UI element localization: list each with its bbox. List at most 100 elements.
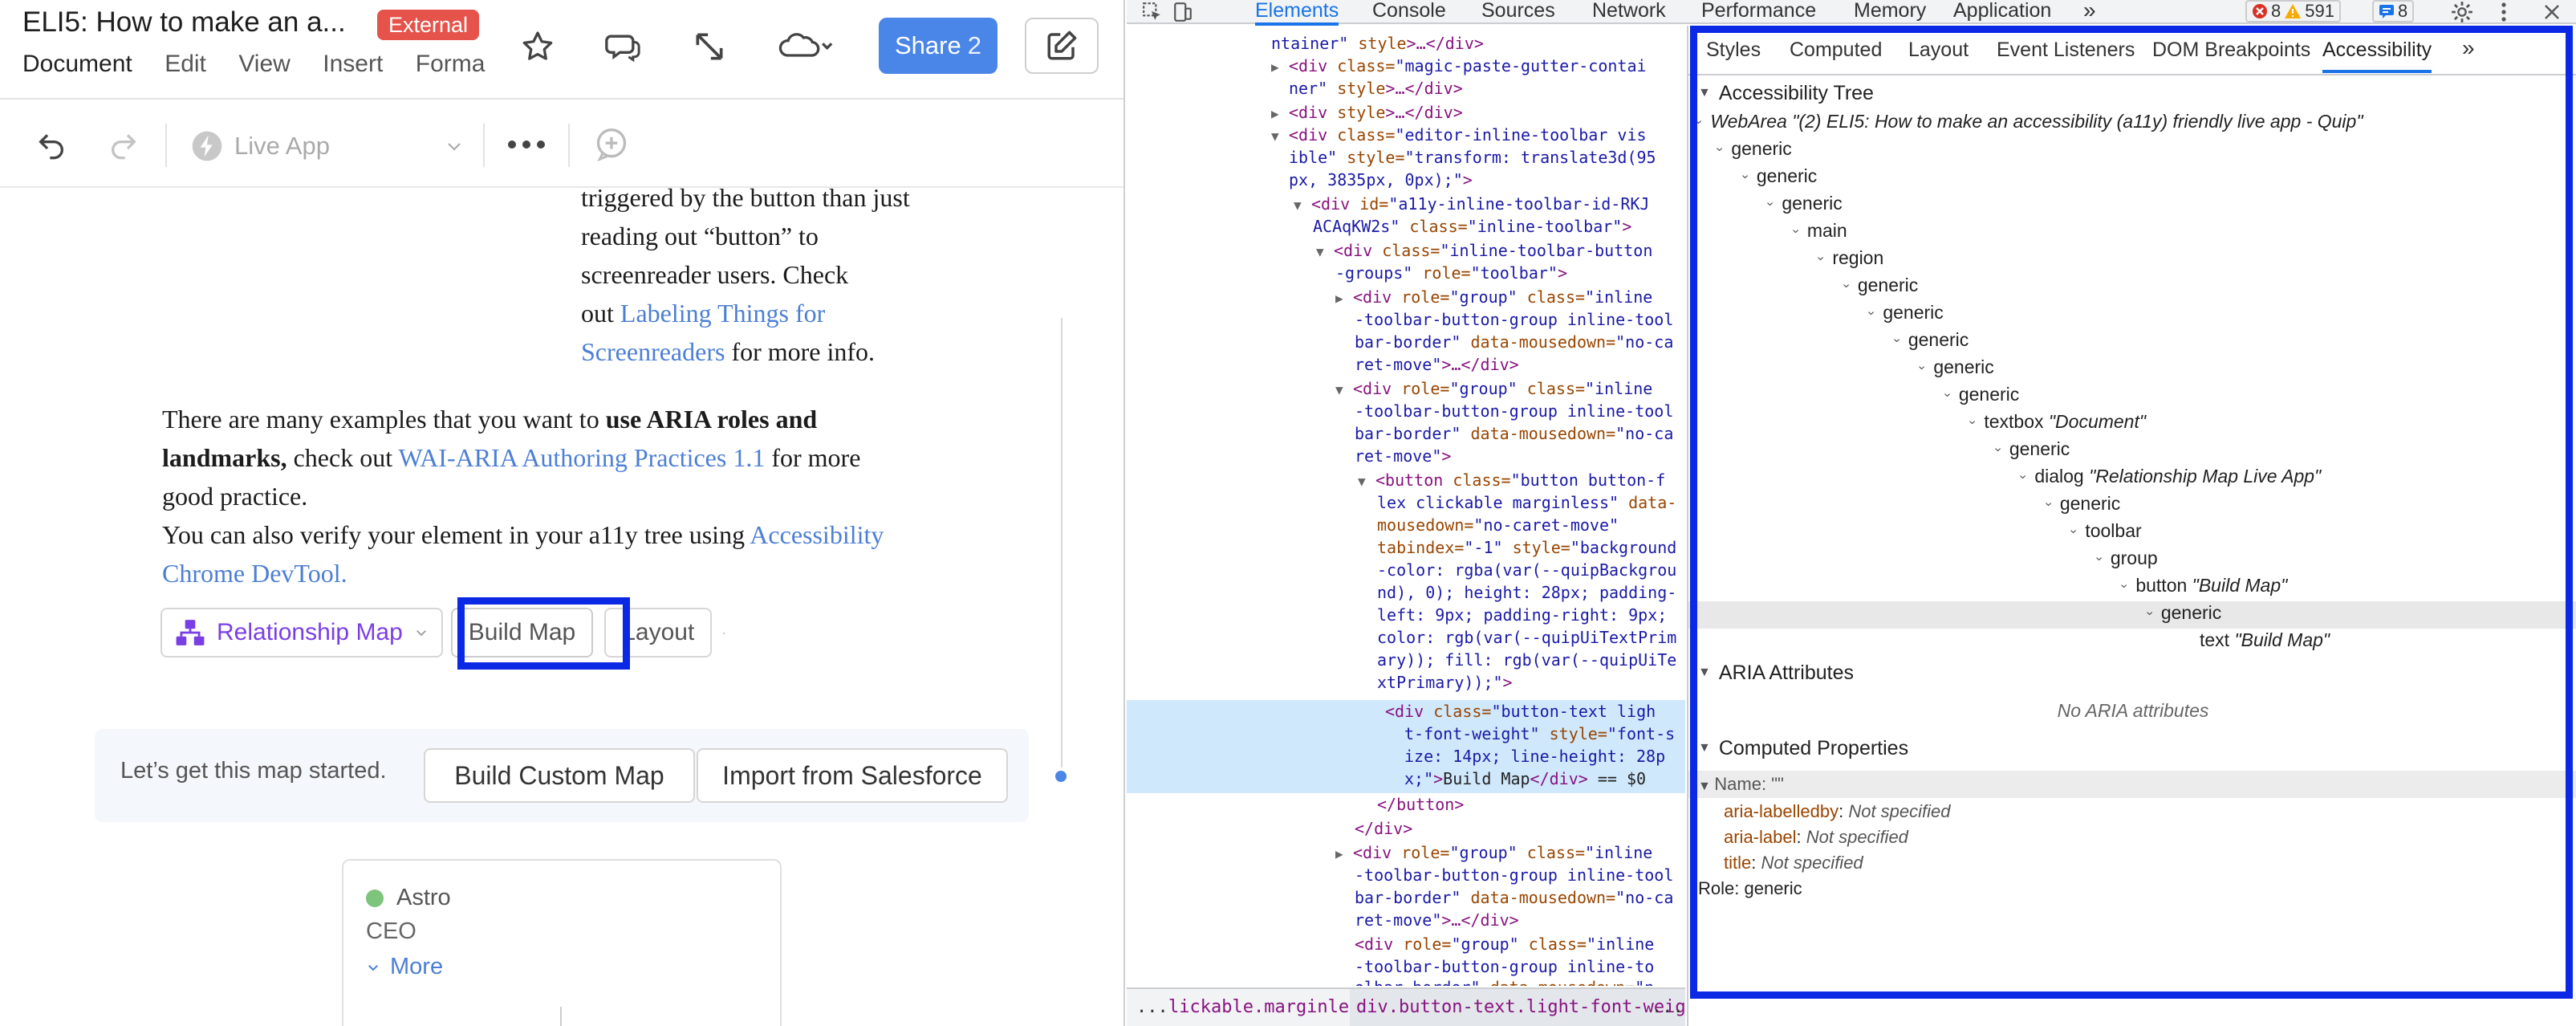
live-app-label: Live App — [234, 132, 330, 160]
add-comment-icon[interactable] — [587, 122, 636, 167]
compose-button[interactable] — [1025, 18, 1099, 74]
menu-edit[interactable]: Edit — [165, 48, 206, 80]
dom-line[interactable]: <div role="group" class="inline — [1355, 933, 1654, 956]
paragraph-aria-roles: There are many examples that you want to… — [162, 405, 884, 588]
name-property-row[interactable] — [1688, 771, 2576, 798]
dom-line[interactable]: ▼ <button class="button button-f — [1358, 469, 1665, 494]
inspect-element-icon[interactable] — [1141, 1, 1164, 23]
more-options-icon[interactable] — [502, 122, 551, 167]
link-wai-aria[interactable]: WAI-ARIA Authoring Practices 1.1 — [399, 443, 766, 472]
import-from-salesforce-button[interactable]: Import from Salesforce — [697, 748, 1008, 803]
star-icon[interactable] — [515, 24, 560, 69]
more-toggle[interactable]: More — [366, 954, 443, 980]
build-custom-map-button[interactable]: Build Custom Map — [424, 748, 695, 803]
tab-memory[interactable]: Memory — [1854, 0, 1926, 22]
breadcrumb-div-button-text[interactable]: div.button-text.light-font-weight — [1350, 989, 1685, 1026]
elements-dom-tree[interactable]: ntainer" style>…</div> ▶ <div class="magi… — [1127, 26, 1685, 986]
ax-node-toolbar[interactable]: › toolbar — [2067, 520, 2142, 542]
tab-accessibility[interactable]: Accessibility — [2322, 39, 2432, 73]
menu-document[interactable]: Document — [22, 48, 132, 80]
sidebar-more-tabs[interactable]: » — [2462, 35, 2475, 61]
menu-view[interactable]: View — [238, 48, 290, 80]
chevron-icon: › — [2042, 501, 2056, 507]
ax-node-generic[interactable]: › generic — [1865, 302, 1944, 324]
more-tabs-button[interactable]: » — [2083, 0, 2096, 22]
ax-node-generic[interactable]: › generic — [1738, 165, 1817, 187]
dom-line[interactable]: ▼ <div role="group" class="inline — [1335, 377, 1652, 402]
ax-node-generic[interactable]: › generic — [2143, 602, 2221, 624]
accessibility-tree-header[interactable]: ▼ Accessibility Tree — [1688, 79, 2576, 108]
menu-insert[interactable]: Insert — [323, 48, 383, 80]
ax-node-generic[interactable]: › generic — [1940, 384, 2019, 405]
dom-line[interactable]: ▶ <div role="group" class="inline — [1335, 286, 1652, 311]
dom-line[interactable]: ▶ <div class="magic-paste-gutter-contai — [1271, 55, 1647, 79]
live-app-dropdown[interactable]: Live App — [191, 124, 464, 169]
dom-line[interactable]: ▶ <div style>…</div> — [1271, 101, 1463, 126]
breadcrumb-overflow-left[interactable]: ... — [1136, 989, 1168, 1026]
tab-console[interactable]: Console — [1372, 0, 1446, 22]
ax-node-generic[interactable]: › generic — [2042, 493, 2120, 515]
dom-line[interactable]: ▶ <div role="group" class="inline — [1335, 841, 1652, 866]
ax-node-generic[interactable]: › generic — [1713, 138, 1792, 160]
tab-performance[interactable]: Performance — [1701, 0, 1816, 22]
ax-node-dialog[interactable]: › dialog "Relationship Map Live App" — [2017, 466, 2322, 487]
ax-node-root[interactable]: › WebArea "(2) ELI5: How to make an acce… — [1692, 111, 2363, 132]
ax-node-main[interactable]: › main — [1789, 220, 1847, 242]
link-accessibility[interactable]: Accessibility — [750, 520, 884, 549]
device-toolbar-icon[interactable] — [1172, 1, 1194, 23]
issues-counter[interactable]: 8 591 — [2245, 0, 2341, 22]
breadcrumb-overflow-right[interactable]: ... — [1652, 989, 1684, 1026]
ax-node-generic[interactable]: › generic — [1764, 193, 1843, 214]
tab-application[interactable]: Application — [1953, 0, 2051, 22]
tab-computed[interactable]: Computed — [1790, 39, 1882, 62]
ax-node-group[interactable]: › group — [2092, 548, 2157, 569]
messages-counter[interactable]: 8 — [2372, 0, 2415, 22]
tab-layout[interactable]: Layout — [1908, 39, 1969, 62]
tab-styles[interactable]: Styles — [1706, 39, 1761, 62]
dom-line[interactable]: ▼ <div class="editor-inline-toolbar vis — [1271, 124, 1647, 149]
tab-sources[interactable]: Sources — [1481, 0, 1555, 22]
close-devtools-icon[interactable] — [2541, 1, 2563, 23]
share-button[interactable]: Share 2 — [879, 18, 997, 74]
settings-gear-icon[interactable] — [2451, 1, 2473, 23]
ax-node-generic[interactable]: › generic — [1839, 275, 1918, 296]
redo-icon[interactable] — [100, 122, 148, 167]
dom-line: -toolbar-button-group inline-tool — [1355, 310, 1674, 329]
chat-icon[interactable] — [600, 24, 645, 69]
dom-line-selected[interactable]: <div class="button-text ligh — [1385, 700, 1656, 723]
chevron-down-icon — [416, 630, 426, 637]
undo-icon[interactable] — [27, 122, 75, 167]
dom-line: </button> — [1377, 795, 1465, 814]
tab-event-listeners[interactable]: Event Listeners — [1997, 39, 2135, 62]
expand-icon[interactable] — [687, 24, 732, 69]
node-role: CEO — [366, 918, 416, 944]
aria-attributes-header[interactable]: ▼ ARIA Attributes — [1688, 658, 2576, 687]
link-chrome-devtool[interactable]: Chrome DevTool. — [162, 559, 347, 588]
ax-node-textbox[interactable]: › textbox "Document" — [1966, 411, 2146, 433]
computed-properties-header[interactable]: ▼ Computed Properties — [1688, 734, 2576, 763]
ax-node-generic[interactable]: › generic — [1916, 356, 1994, 378]
tab-network[interactable]: Network — [1592, 0, 1666, 22]
breadcrumb-button[interactable]: lickable.marginless — [1168, 989, 1371, 1026]
dom-line[interactable]: ▼ <div id="a11y-inline-toolbar-id-RKJ — [1294, 193, 1649, 218]
relationship-map-dropdown[interactable]: Relationship Map — [160, 608, 443, 658]
menu-format[interactable]: Forma — [416, 48, 486, 80]
ax-node-generic[interactable]: › generic — [1890, 329, 1969, 351]
ax-node-text[interactable]: text "Build Map" — [2172, 629, 2330, 651]
kebab-menu-icon[interactable] — [2493, 1, 2515, 23]
document-title[interactable]: ELI5: How to make an a... — [22, 6, 346, 39]
dom-line[interactable]: ntainer" style>…</div> — [1271, 32, 1484, 55]
ax-node-region[interactable]: › region — [1814, 247, 1884, 269]
salesforce-cloud-icon[interactable] — [770, 24, 843, 69]
live-app-resize-handle[interactable] — [1055, 771, 1067, 782]
tab-elements[interactable]: Elements — [1255, 0, 1339, 26]
document-body[interactable]: triggered by the button than just readin… — [0, 183, 1123, 1026]
tab-dom-breakpoints[interactable]: DOM Breakpoints — [2152, 39, 2310, 62]
dom-line[interactable]: ▼ <div class="inline-toolbar-button — [1316, 239, 1652, 264]
chevron-icon: › — [1763, 201, 1778, 206]
ax-node-button[interactable]: › button "Build Map" — [2118, 575, 2288, 596]
link-labeling-things[interactable]: Labeling Things for — [620, 299, 825, 328]
ax-node-generic[interactable]: › generic — [1991, 438, 2070, 460]
org-chart-node-card[interactable]: Astro CEO More — [342, 859, 782, 1026]
link-screenreaders[interactable]: Screenreaders — [581, 337, 725, 366]
